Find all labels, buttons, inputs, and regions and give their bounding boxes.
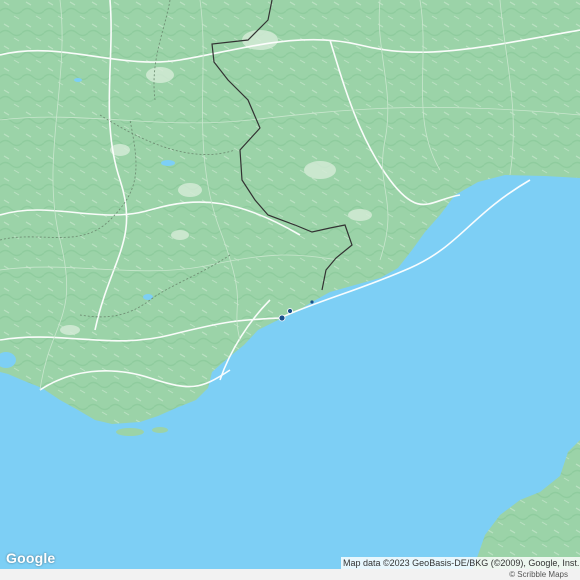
island <box>116 428 144 436</box>
map-canvas[interactable] <box>0 0 580 580</box>
marker-2[interactable] <box>287 308 293 314</box>
google-logo: Google <box>6 550 56 566</box>
marker-3[interactable] <box>310 300 314 304</box>
marker-1[interactable] <box>278 314 286 322</box>
island <box>152 427 168 433</box>
credit-bar <box>0 569 580 580</box>
map-view[interactable]: Google Map data ©2023 GeoBasis-DE/BKG (©… <box>0 0 580 580</box>
scribble-maps-credit[interactable]: © Scribble Maps <box>509 569 568 580</box>
map-attribution[interactable]: Map data ©2023 GeoBasis-DE/BKG (©2009), … <box>341 557 580 569</box>
